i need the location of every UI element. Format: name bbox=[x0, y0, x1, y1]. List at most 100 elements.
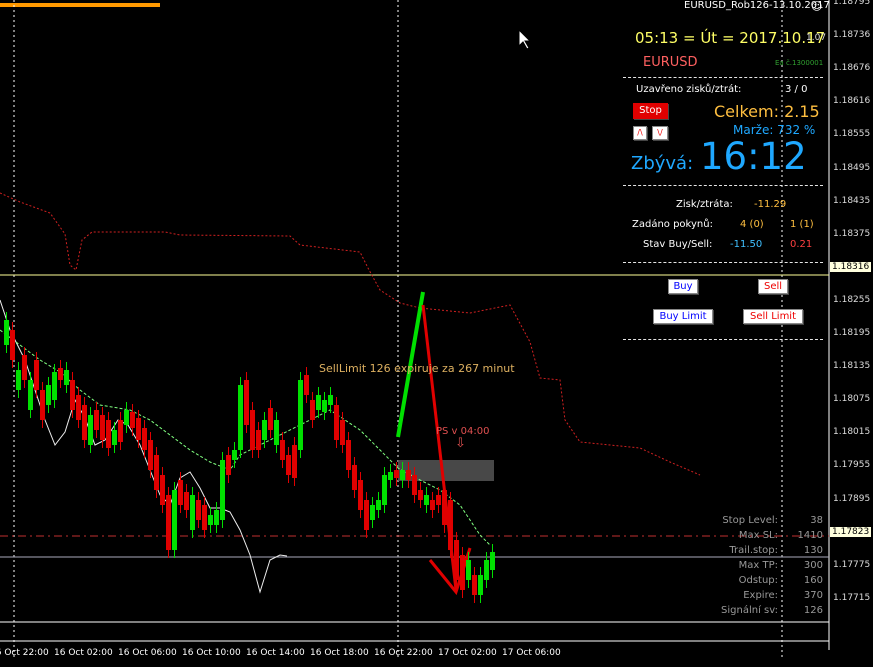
down-arrow-button[interactable]: \/ bbox=[652, 126, 668, 140]
candle-body bbox=[184, 492, 189, 510]
candle-body bbox=[358, 480, 363, 510]
time-axis-label: 16 Oct 10:00 bbox=[182, 648, 241, 658]
time-axis-label: 17 Oct 06:00 bbox=[502, 648, 561, 658]
candle-body bbox=[250, 410, 255, 450]
buy-button[interactable]: Buy bbox=[668, 279, 698, 294]
pl-value: -11.29 bbox=[754, 199, 787, 210]
candle-body bbox=[190, 495, 195, 530]
candle-body bbox=[478, 575, 483, 595]
sell-limit-annotation: SellLimit 126 expiruje za 267 minut bbox=[319, 362, 515, 375]
candle-body bbox=[82, 405, 87, 440]
stat-label: Odstup: bbox=[738, 575, 778, 586]
candle-body bbox=[202, 505, 207, 530]
price-axis-label: 1.18676 bbox=[833, 63, 871, 74]
candle-body bbox=[226, 455, 231, 475]
candle-body bbox=[148, 440, 153, 470]
candle-body bbox=[316, 395, 321, 410]
candle-body bbox=[394, 470, 399, 478]
candle-body bbox=[370, 505, 375, 520]
candle-body bbox=[322, 400, 327, 412]
date-suffix: 1.07 bbox=[806, 33, 827, 43]
price-axis-label: 1.18075 bbox=[833, 394, 871, 405]
candle-body bbox=[364, 500, 369, 530]
candle-body bbox=[64, 370, 69, 385]
panel-divider bbox=[623, 262, 823, 263]
chart-title: EURUSD_Rob126-13.10.2017 bbox=[684, 0, 830, 11]
time-axis-label: 17 Oct 02:00 bbox=[438, 648, 497, 658]
orders-sell: 1 (1) bbox=[790, 219, 814, 230]
buy-limit-button[interactable]: Buy Limit bbox=[653, 309, 713, 324]
candle-body bbox=[46, 385, 51, 405]
candle-body bbox=[448, 500, 453, 550]
candle-body bbox=[232, 450, 237, 460]
up-arrow-button[interactable]: /\ bbox=[633, 126, 647, 140]
stat-value: 160 bbox=[803, 575, 823, 586]
stat-label: Max SL: bbox=[738, 530, 778, 541]
candle-body bbox=[70, 380, 75, 410]
stat-label: Trail.stop: bbox=[729, 545, 778, 556]
candle-body bbox=[442, 490, 447, 525]
price-axis-label: 1.18736 bbox=[833, 30, 871, 41]
candle-body bbox=[22, 355, 27, 380]
price-axis-label: 1.18435 bbox=[833, 195, 871, 206]
candle-body bbox=[160, 475, 165, 505]
stat-value: 38 bbox=[810, 515, 823, 526]
candle-body bbox=[118, 420, 123, 442]
candle-body bbox=[106, 420, 111, 448]
price-axis-label: 1.17775 bbox=[833, 559, 871, 570]
candle-body bbox=[286, 455, 291, 475]
candle-body bbox=[412, 475, 417, 495]
candle-body bbox=[292, 445, 297, 478]
stat-value: 130 bbox=[803, 545, 823, 556]
sell-limit-button[interactable]: Sell Limit bbox=[743, 309, 803, 324]
stat-label: Expire: bbox=[743, 590, 778, 601]
state-buy: -11.50 bbox=[730, 239, 763, 250]
state-label: Stav Buy/Sell: bbox=[643, 239, 713, 250]
stop-button[interactable]: Stop bbox=[633, 103, 668, 119]
candle-body bbox=[124, 410, 129, 425]
panel-divider bbox=[623, 339, 823, 340]
remaining-label: Zbývá: bbox=[631, 153, 694, 174]
ea-label: Ea č.1300001 bbox=[775, 59, 824, 67]
price-axis-label: 1.17823 bbox=[830, 526, 872, 537]
candle-body bbox=[28, 380, 33, 410]
orders-label: Zadáno pokynů: bbox=[632, 219, 713, 230]
smiley-icon: ☺ bbox=[811, 0, 823, 13]
candle-body bbox=[268, 408, 273, 430]
candle-body bbox=[418, 490, 423, 500]
candle-body bbox=[172, 490, 177, 550]
candle-body bbox=[256, 430, 261, 450]
candle-body bbox=[16, 370, 21, 390]
stat-label: Max TP: bbox=[738, 560, 778, 571]
candle-body bbox=[328, 395, 333, 405]
sell-button[interactable]: Sell bbox=[758, 279, 788, 294]
state-sell: 0.21 bbox=[790, 239, 813, 250]
candle-body bbox=[100, 415, 105, 440]
panel-divider bbox=[623, 185, 823, 186]
stat-value: 370 bbox=[803, 590, 823, 601]
stat-value: 1410 bbox=[797, 530, 823, 541]
candle-body bbox=[340, 420, 345, 445]
remaining-time: 16:12 bbox=[700, 135, 807, 178]
candle-body bbox=[40, 390, 45, 420]
candle-body bbox=[4, 320, 9, 345]
candle-body bbox=[424, 495, 429, 505]
candle-body bbox=[34, 360, 39, 390]
candle-body bbox=[58, 368, 63, 380]
time-axis-label: 16 Oct 22:00 bbox=[0, 648, 49, 658]
candle-body bbox=[400, 470, 405, 480]
closed-value: 3 / 0 bbox=[785, 84, 808, 95]
candle-body bbox=[262, 420, 267, 440]
price-axis-label: 1.18616 bbox=[833, 96, 871, 107]
price-axis-label: 1.17955 bbox=[833, 460, 871, 471]
orders-buy: 4 (0) bbox=[740, 219, 764, 230]
stat-label: Stop Level: bbox=[722, 515, 778, 526]
candle-body bbox=[88, 415, 93, 445]
candle-body bbox=[280, 440, 285, 460]
candle-body bbox=[274, 420, 279, 445]
candle-body bbox=[178, 480, 183, 505]
candle-body bbox=[406, 470, 411, 480]
price-axis-label: 1.18795 bbox=[833, 0, 871, 7]
closed-label: Uzavřeno zisků/ztrát: bbox=[636, 84, 742, 95]
candle-body bbox=[454, 540, 459, 580]
